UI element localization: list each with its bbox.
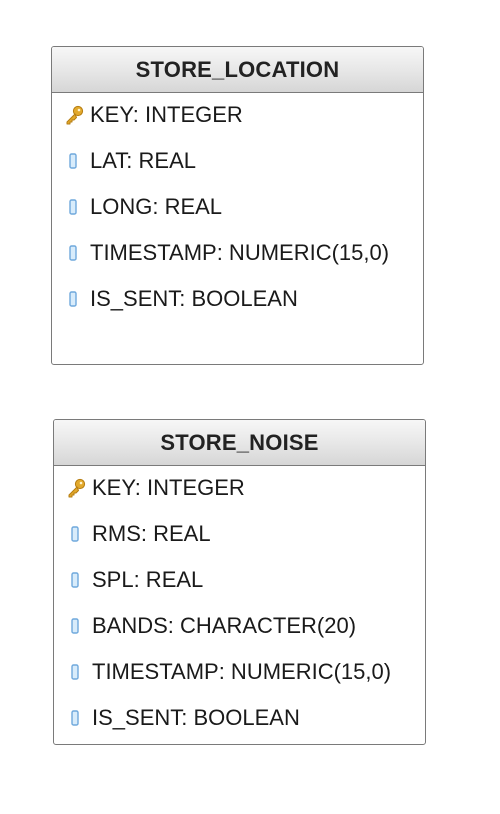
attribute-row[interactable]: TIMESTAMP: NUMERIC(15,0) — [52, 230, 423, 276]
column-icon — [66, 706, 86, 730]
attribute-row[interactable]: TIMESTAMP: NUMERIC(15,0) — [54, 649, 425, 695]
attribute-label: TIMESTAMP: NUMERIC(15,0) — [90, 240, 390, 265]
entity-title: STORE_LOCATION — [52, 47, 423, 93]
attribute-row[interactable]: SPL: REAL — [54, 557, 425, 603]
attribute-row[interactable]: RMS: REAL — [54, 511, 425, 557]
attribute-label: LAT: REAL — [90, 148, 196, 173]
column-icon — [66, 568, 86, 592]
key-icon — [66, 476, 86, 500]
attribute-label: RMS: REAL — [92, 521, 211, 546]
column-icon — [64, 241, 84, 265]
entity-store-location[interactable]: STORE_LOCATION KEY: INTEGER LAT: REAL LO… — [51, 46, 424, 365]
attribute-row[interactable]: LONG: REAL — [52, 184, 423, 230]
attribute-label: BANDS: CHARACTER(20) — [92, 613, 357, 638]
attribute-row[interactable]: KEY: INTEGER — [54, 465, 425, 511]
attribute-label: TIMESTAMP: NUMERIC(15,0) — [92, 659, 392, 684]
entity-title: STORE_NOISE — [54, 420, 425, 466]
attribute-label: IS_SENT: BOOLEAN — [92, 705, 300, 730]
key-icon — [64, 103, 84, 127]
attribute-list: KEY: INTEGER RMS: REAL SPL: REAL BANDS: … — [54, 465, 425, 741]
attribute-label: SPL: REAL — [92, 567, 204, 592]
column-icon — [64, 149, 84, 173]
entity-store-noise[interactable]: STORE_NOISE KEY: INTEGER RMS: REAL SPL: … — [53, 419, 426, 745]
attribute-row[interactable]: IS_SENT: BOOLEAN — [54, 695, 425, 741]
attribute-row[interactable]: BANDS: CHARACTER(20) — [54, 603, 425, 649]
column-icon — [64, 195, 84, 219]
attribute-list: KEY: INTEGER LAT: REAL LONG: REAL TIMEST… — [52, 92, 423, 322]
attribute-label: IS_SENT: BOOLEAN — [90, 286, 298, 311]
attribute-label: KEY: INTEGER — [90, 102, 243, 127]
attribute-row[interactable]: KEY: INTEGER — [52, 92, 423, 138]
column-icon — [66, 614, 86, 638]
attribute-label: LONG: REAL — [90, 194, 223, 219]
attribute-row[interactable]: LAT: REAL — [52, 138, 423, 184]
column-icon — [66, 522, 86, 546]
column-icon — [66, 660, 86, 684]
attribute-row[interactable]: IS_SENT: BOOLEAN — [52, 276, 423, 322]
column-icon — [64, 287, 84, 311]
attribute-label: KEY: INTEGER — [92, 475, 245, 500]
